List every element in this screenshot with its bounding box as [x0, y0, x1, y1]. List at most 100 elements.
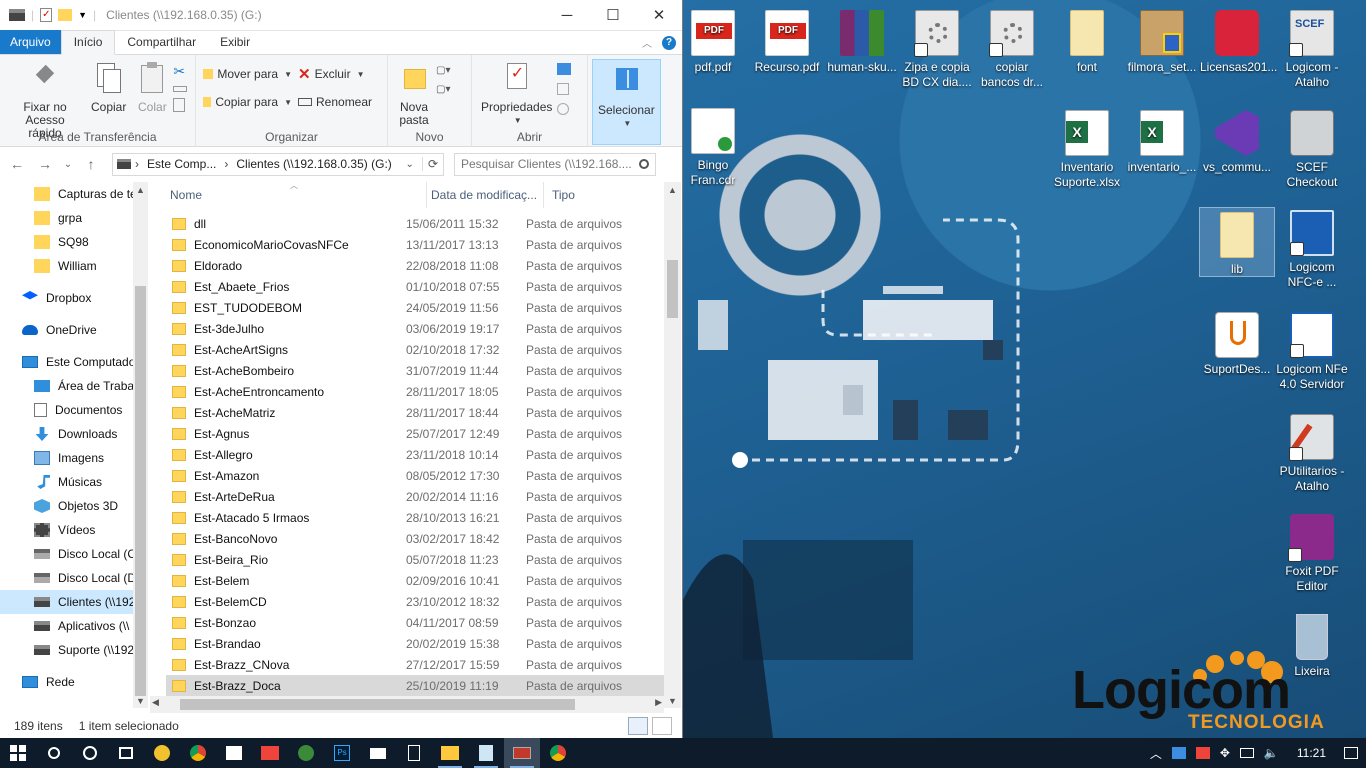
taskbar-app-2[interactable]	[288, 738, 324, 768]
tab-compartilhar[interactable]: Compartilhar	[115, 31, 208, 54]
taskbar-remote[interactable]	[504, 738, 540, 768]
nav-scrollbar[interactable]: ▲ ▼	[133, 182, 148, 708]
table-row[interactable]: Est-BelemCD 23/10/2012 18:32 Pasta de arqu…	[166, 591, 664, 612]
file-list-scrollbar[interactable]: ▲ ▼	[664, 182, 681, 708]
file-scroll-thumb[interactable]	[667, 260, 678, 318]
desktop-icon-logicom-atalho[interactable]: SCEF Logicom - Atalho	[1275, 10, 1349, 90]
details-view-icon[interactable]	[628, 717, 648, 735]
nav-item[interactable]: Capturas de tel	[0, 182, 148, 206]
recent-locations-icon[interactable]: ⌄	[62, 159, 74, 170]
column-date[interactable]: Data de modificaç...	[427, 182, 544, 208]
table-row[interactable]: Eldorado 22/08/2018 11:08 Pasta de arquivo…	[166, 255, 664, 276]
delete-button[interactable]: ✕ Excluir ▼	[295, 63, 368, 85]
refresh-icon[interactable]: ⟳	[421, 157, 443, 171]
horizontal-scroll-thumb[interactable]	[180, 699, 575, 710]
minimize-button[interactable]: ─	[544, 0, 590, 30]
scroll-down-arrow[interactable]: ▼	[133, 696, 148, 706]
show-hidden-icons-icon[interactable]: ︿	[1150, 745, 1162, 762]
table-row[interactable]: Est-AcheEntroncamento 28/11/2017 18:05 Pas…	[166, 381, 664, 402]
easy-access-icon[interactable]: ▢▾	[436, 84, 450, 95]
taskbar-mail[interactable]	[360, 738, 396, 768]
scroll-up-arrow[interactable]: ▲	[133, 182, 148, 195]
help-icon[interactable]: ?	[662, 35, 676, 50]
address-bar[interactable]: › Este Comp... › Clientes (\\192.168.0.3…	[112, 152, 444, 176]
nav-item[interactable]: OneDrive	[0, 318, 148, 342]
nav-scroll-thumb[interactable]	[135, 286, 146, 696]
nav-item[interactable]: William	[0, 254, 148, 278]
table-row[interactable]: Est-Amazon 08/05/2012 17:30 Pasta de arqui…	[166, 465, 664, 486]
new-folder-icon[interactable]	[58, 9, 73, 21]
desktop-icon-licensas[interactable]: Licensas201...	[1200, 10, 1277, 75]
paste-shortcut-icon[interactable]	[173, 98, 186, 112]
move-to-button[interactable]: Mover para ▼	[200, 63, 295, 85]
scroll-down-arrow[interactable]: ▼	[664, 696, 681, 706]
anydesk-tray-icon[interactable]	[1195, 747, 1210, 759]
table-row[interactable]: Est-Brandao 20/02/2019 15:38 Pasta de arqu…	[166, 633, 664, 654]
nav-item[interactable]: grpa	[0, 206, 148, 230]
edit-icon[interactable]	[557, 83, 570, 95]
network-tray-icon[interactable]	[1239, 748, 1254, 758]
taskbar-chrome-2[interactable]	[540, 738, 576, 768]
desktop-icon-vs-community[interactable]: vs_commu...	[1200, 110, 1274, 175]
nav-item[interactable]: Vídeos	[0, 518, 148, 542]
table-row[interactable]: Est-AcheArtSigns 02/10/2018 17:32 Pasta de…	[166, 339, 664, 360]
cut-icon[interactable]: ✂	[173, 63, 187, 80]
copy-path-icon[interactable]	[173, 86, 188, 92]
nav-item[interactable]: Este Computado	[0, 350, 148, 374]
desktop-icon-logicom-nfce[interactable]: Logicom NFC-e ...	[1275, 210, 1349, 290]
desktop-icon-recurso[interactable]: PDF Recurso.pdf	[750, 10, 824, 75]
taskbar-chrome[interactable]	[180, 738, 216, 768]
collapse-ribbon-icon[interactable]: ︿	[642, 35, 652, 50]
desktop-icon-inventario-suporte[interactable]: X Inventario Suporte.xlsx	[1050, 110, 1124, 190]
breadcrumb-computer[interactable]: Este Comp...	[143, 157, 220, 171]
desktop-icon-zipa[interactable]: Zipa e copia BD CX dia....	[900, 10, 974, 90]
nav-item[interactable]: Disco Local (C:	[0, 542, 148, 566]
maximize-button[interactable]: ☐	[590, 0, 636, 30]
tab-exibir[interactable]: Exibir	[208, 31, 262, 54]
scroll-left-arrow[interactable]: ◀	[152, 697, 159, 708]
desktop-icon-foxit[interactable]: Foxit PDF Editor	[1275, 514, 1349, 594]
desktop-icon-pdf[interactable]: PDF pdf.pdf	[676, 10, 750, 75]
table-row[interactable]: EconomicoMarioCovasNFCe 13/11/2017 13:13 P…	[166, 234, 664, 255]
copy-to-button[interactable]: Copiar para ▼	[200, 91, 295, 113]
history-icon[interactable]	[557, 103, 570, 115]
start-button[interactable]	[0, 738, 36, 768]
rename-button[interactable]: Renomear	[295, 91, 375, 113]
desktop-icon-filmora[interactable]: filmora_set...	[1125, 10, 1199, 75]
tab-inicio[interactable]: Início	[60, 30, 116, 55]
table-row[interactable]: Est-Beira_Rio 05/07/2018 11:23 Pasta de ar…	[166, 549, 664, 570]
up-button[interactable]: ↑	[80, 156, 102, 172]
scroll-right-arrow[interactable]: ▶	[655, 697, 662, 708]
table-row[interactable]: Est-Bonzao 04/11/2017 08:59 Pasta de arqui…	[166, 612, 664, 633]
nav-item[interactable]: Imagens	[0, 446, 148, 470]
nav-item[interactable]: Músicas	[0, 470, 148, 494]
table-row[interactable]: Est-AcheBombeiro 31/07/2019 11:44 Pasta de…	[166, 360, 664, 381]
desktop-icon-suportdes[interactable]: SuportDes...	[1200, 312, 1274, 377]
taskbar-search-button[interactable]	[36, 738, 72, 768]
tab-arquivo[interactable]: Arquivo	[0, 30, 61, 54]
nav-item[interactable]: SQ98	[0, 230, 148, 254]
column-name[interactable]: Nome ︿	[150, 181, 427, 208]
new-item-icon[interactable]: ▢▾	[436, 65, 450, 76]
taskbar-store[interactable]	[216, 738, 252, 768]
forward-button[interactable]: →	[34, 156, 56, 172]
desktop-icon-lib[interactable]: lib	[1199, 207, 1275, 277]
large-icons-view-icon[interactable]	[652, 717, 672, 735]
taskbar-calculator[interactable]	[396, 738, 432, 768]
dropbox-tray-icon[interactable]: ✥	[1220, 746, 1230, 760]
nav-item[interactable]: Downloads	[0, 422, 148, 446]
table-row[interactable]: Est-Belem 02/09/2016 10:41 Pasta de arquiv…	[166, 570, 664, 591]
table-row[interactable]: Est_Abaete_Frios 01/10/2018 07:55 Pasta de…	[166, 276, 664, 297]
table-row[interactable]: Est-Agnus 25/07/2017 12:49 Pasta de arquiv…	[166, 423, 664, 444]
select-button[interactable]: Selecionar ▼	[592, 59, 661, 145]
table-row[interactable]: Est-BancoNovo 03/02/2017 18:42 Pasta de ar…	[166, 528, 664, 549]
table-row[interactable]: Est-Brazz_CNova 27/12/2017 15:59 Pasta de …	[166, 654, 664, 675]
open-icon[interactable]	[557, 63, 572, 75]
table-row[interactable]: Est-AcheMatriz 28/11/2017 18:44 Pasta de a…	[166, 402, 664, 423]
customize-toolbar-icon[interactable]: ▼	[78, 10, 87, 20]
nav-item[interactable]: Suporte (\\192.	[0, 638, 148, 662]
task-view-button[interactable]	[108, 738, 144, 768]
address-dropdown-icon[interactable]: ⌄	[406, 159, 418, 170]
desktop-icon-bingo[interactable]: Bingo Fran.cdr	[676, 108, 750, 188]
nav-item[interactable]: Objetos 3D	[0, 494, 148, 518]
